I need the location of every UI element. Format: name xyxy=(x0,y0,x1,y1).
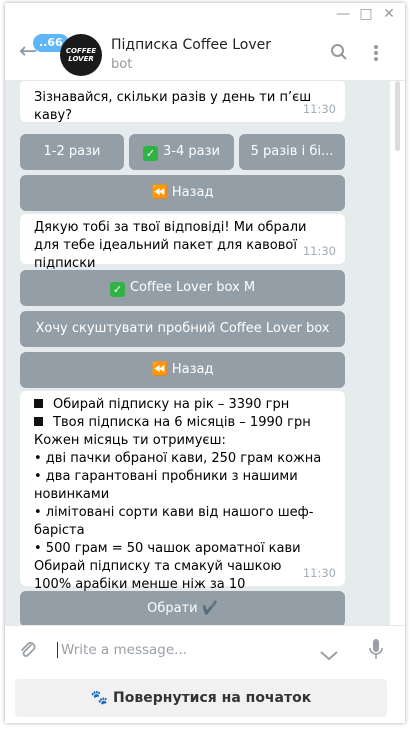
message-bubble: Дякую тобі за твої відповіді! Ми обрали … xyxy=(20,214,345,271)
maximize-icon[interactable]: □ xyxy=(358,6,374,22)
message-line: Кожен місяць ти отримуєш: xyxy=(34,433,226,448)
message-bubble: Обирай підписку на рік – 3390 грн Твоя п… xyxy=(20,391,345,610)
message-text: Дякую тобі за твої відповіді! Ми обрали … xyxy=(34,220,307,271)
chat-title[interactable]: Підписка Coffee Lover xyxy=(111,37,271,53)
paperclip-icon[interactable] xyxy=(18,640,38,664)
inline-button-freq-1-2[interactable]: 1-2 рази xyxy=(20,134,124,170)
message-line: • дві пачки обраної кави, 250 грам кожна xyxy=(34,451,322,466)
message-line: • лімітовані сорти кави від нашого шеф-б… xyxy=(34,505,314,538)
scrollbar[interactable] xyxy=(391,81,403,625)
inline-button-freq-3-4[interactable]: ✓ 3-4 рази xyxy=(129,134,234,170)
checkmark-icon: ✓ xyxy=(109,282,125,297)
message-list: Зізнавайся, скільки разів у день ти п’єш… xyxy=(5,81,390,625)
message-line: • 500 грам = 50 чашок ароматної кави xyxy=(34,541,301,556)
inline-button-freq-5plus[interactable]: 5 разів і бі... xyxy=(239,134,345,170)
telegram-window: — □ ✕ ← ..66 COFFEE LOVER Підписка Coffe… xyxy=(5,3,405,723)
search-icon[interactable] xyxy=(330,43,348,65)
close-icon[interactable]: ✕ xyxy=(381,6,397,22)
scrollbar-thumb[interactable] xyxy=(395,81,400,151)
chevron-down-icon[interactable] xyxy=(320,646,338,665)
message-line: Обирай підписку на рік – 3390 грн xyxy=(34,396,333,414)
inline-button-choose[interactable]: Обрати ✔️ xyxy=(20,591,345,625)
black-square-icon xyxy=(34,417,43,426)
inline-button-back[interactable]: ⏪ Назад xyxy=(20,352,345,388)
inline-button-try-box[interactable]: Хочу скуштувати пробний Coffee Lover box xyxy=(20,311,345,347)
black-square-icon xyxy=(34,399,43,408)
chat-subtitle: bot xyxy=(111,57,133,72)
message-bubble: Зізнавайся, скільки разів у день ти п’єш… xyxy=(20,81,345,123)
message-line: • два гарантовані пробники з нашими нови… xyxy=(34,469,298,502)
message-time: 11:30 xyxy=(302,566,336,580)
message-text: Зізнавайся, скільки разів у день ти п’єш… xyxy=(34,90,312,123)
checkmark-icon: ✓ xyxy=(143,146,159,161)
avatar[interactable]: COFFEE LOVER xyxy=(60,34,102,76)
message-input[interactable]: Write a message... xyxy=(57,642,187,658)
more-vertical-icon[interactable] xyxy=(373,44,379,66)
microphone-icon[interactable] xyxy=(369,638,383,666)
inline-button-box-m[interactable]: ✓ Coffee Lover box M xyxy=(20,270,345,306)
message-line: Твоя підписка на 6 місяців – 1990 грн xyxy=(34,414,333,432)
back-to-start-button[interactable]: 🐾 Повернутися на початок xyxy=(15,679,387,717)
chat-header: ← ..66 COFFEE LOVER Підписка Coffee Love… xyxy=(5,25,405,81)
inline-button-back[interactable]: ⏪ Назад xyxy=(20,175,345,211)
composer: Write a message... 🐾 Повернутися на поча… xyxy=(5,625,405,723)
minimize-icon[interactable]: — xyxy=(335,6,351,22)
window-titlebar: — □ ✕ xyxy=(5,3,405,25)
message-time: 11:30 xyxy=(302,244,336,258)
message-time: 11:30 xyxy=(302,102,336,116)
